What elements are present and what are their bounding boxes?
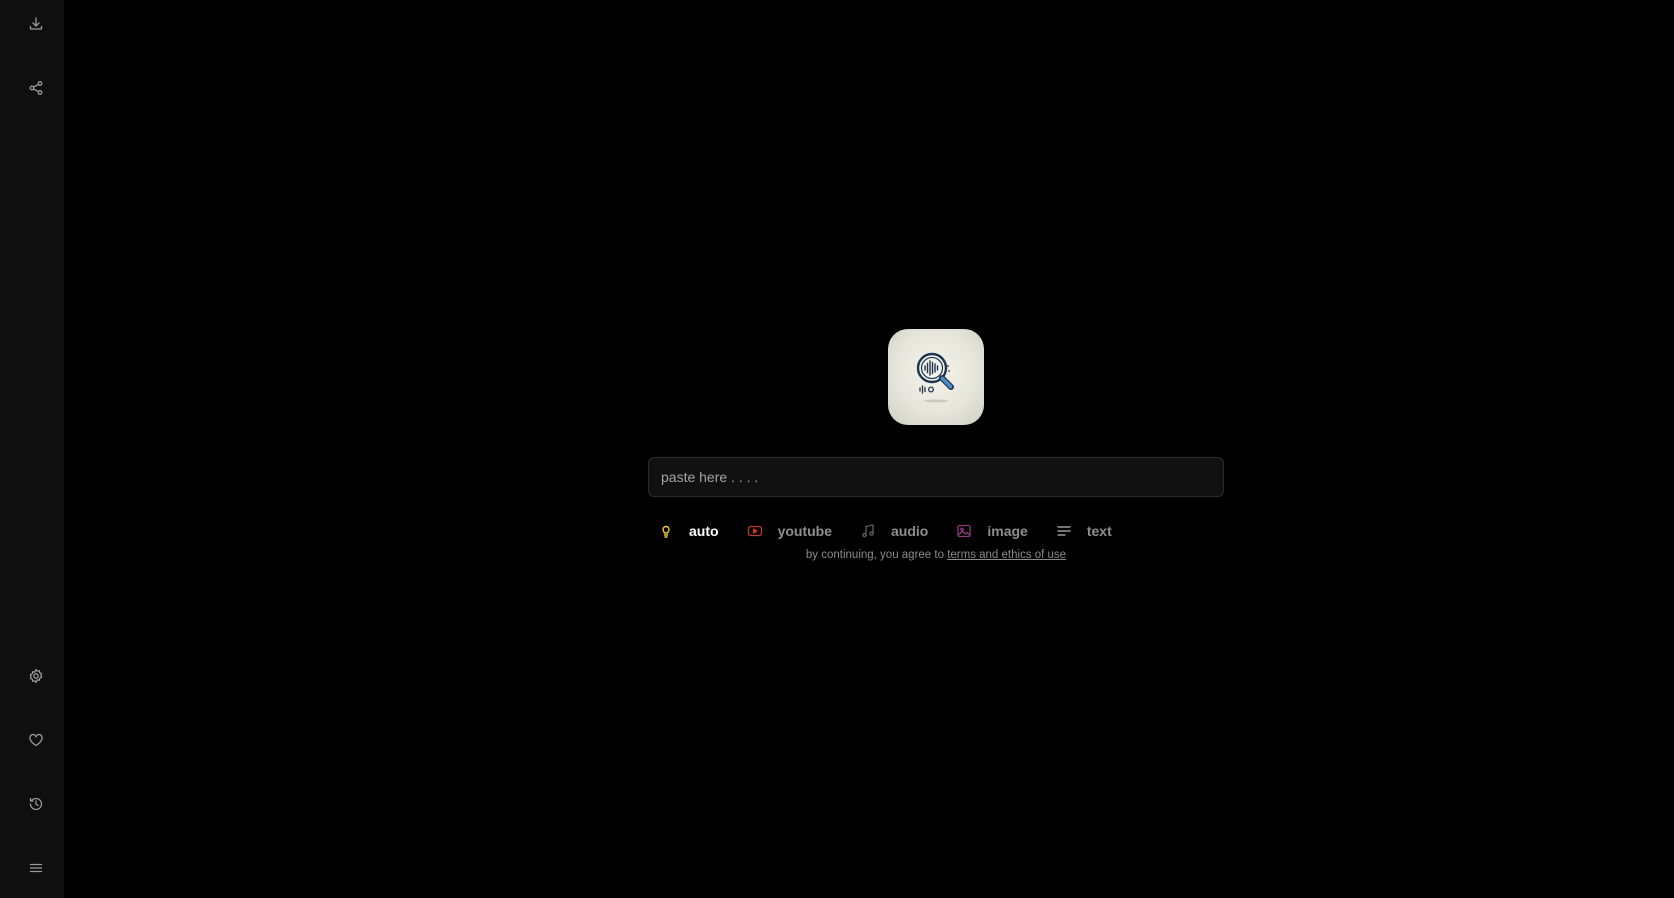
terms-prefix: by continuing, you agree to xyxy=(805,549,948,561)
mode-label: auto xyxy=(689,523,719,539)
app-logo xyxy=(888,329,984,425)
mode-label: image xyxy=(987,523,1028,539)
mode-text[interactable]: text xyxy=(1056,523,1112,539)
image-icon xyxy=(956,523,972,539)
history-button[interactable] xyxy=(20,788,52,820)
share-button[interactable] xyxy=(20,72,52,104)
paste-input[interactable] xyxy=(649,458,1223,496)
terms-notice: by continuing, you agree to terms and et… xyxy=(648,549,1224,561)
terms-link[interactable]: terms and ethics of use xyxy=(947,549,1066,561)
mode-audio[interactable]: audio xyxy=(860,523,928,539)
youtube-icon xyxy=(747,523,763,539)
mode-label: text xyxy=(1086,523,1112,539)
mode-label: audio xyxy=(891,523,929,539)
mode-auto[interactable]: auto xyxy=(658,523,719,539)
text-lines-icon xyxy=(1056,523,1072,539)
menu-icon xyxy=(29,863,43,873)
favorites-button[interactable] xyxy=(20,724,52,756)
history-icon xyxy=(29,797,43,811)
mode-youtube[interactable]: youtube xyxy=(747,523,832,539)
download-icon xyxy=(29,17,43,30)
settings-button[interactable] xyxy=(20,660,52,692)
mode-label: youtube xyxy=(777,523,833,539)
mode-image[interactable]: image xyxy=(956,523,1028,539)
heart-icon xyxy=(29,733,43,747)
sidebar xyxy=(0,0,64,898)
mode-selector: auto youtube audio image text xyxy=(658,520,1112,542)
music-note-icon xyxy=(860,523,876,539)
share-icon xyxy=(29,81,43,95)
magnifier-soundwave-icon xyxy=(916,352,954,403)
search-box xyxy=(648,457,1224,497)
menu-button[interactable] xyxy=(20,852,52,884)
download-button[interactable] xyxy=(20,8,52,40)
gear-icon xyxy=(29,668,43,684)
main-area: auto youtube audio xyxy=(64,0,1674,898)
lightbulb-icon xyxy=(658,523,674,539)
